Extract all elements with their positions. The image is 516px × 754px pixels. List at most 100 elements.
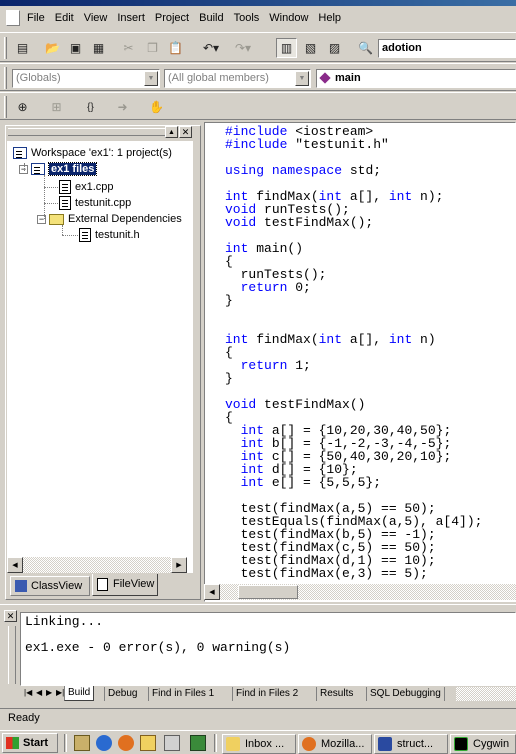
menu-view[interactable]: View: [79, 6, 113, 30]
open-folder-icon[interactable]: 📂: [42, 38, 63, 58]
app-icon[interactable]: [190, 735, 206, 751]
save-all-icon[interactable]: ▦: [88, 38, 109, 58]
tab-classview[interactable]: ClassView: [10, 576, 90, 596]
go-icon[interactable]: ➜: [112, 97, 133, 117]
class-combo[interactable]: (Globals) ▼: [12, 69, 160, 88]
menu-project[interactable]: Project: [150, 6, 194, 30]
cpp-file-icon: [59, 196, 71, 210]
ie-icon[interactable]: [96, 735, 112, 751]
undo-icon[interactable]: ↶▾: [196, 38, 226, 58]
tree-root[interactable]: Workspace 'ex1': 1 project(s): [13, 145, 172, 161]
tab-fileview[interactable]: FileView: [92, 574, 158, 596]
code-line[interactable]: test(findMax(e,3) == 5);: [225, 567, 482, 580]
start-button[interactable]: Start: [2, 733, 58, 753]
member-combo[interactable]: main: [316, 69, 516, 88]
tab-results[interactable]: Results: [316, 687, 356, 701]
toolbar-grip[interactable]: [4, 37, 7, 59]
paste-icon[interactable]: 📋: [165, 38, 186, 58]
new-file-icon[interactable]: ▤: [12, 38, 33, 58]
scroll-left-button[interactable]: ◀: [7, 557, 23, 573]
insert-braces-icon[interactable]: {}: [80, 97, 101, 117]
editor-hscroll-thumb[interactable]: [238, 585, 298, 599]
menu-help[interactable]: Help: [313, 6, 346, 30]
tab-find-in-files-2[interactable]: Find in Files 2: [232, 687, 301, 701]
task-mozilla[interactable]: Mozilla...: [298, 734, 372, 754]
build-toolbar: ⊕ ⊞ {} ➜ ✋: [0, 92, 516, 120]
menu-insert[interactable]: Insert: [112, 6, 150, 30]
task-inbox[interactable]: Inbox ...: [222, 734, 296, 754]
code-editor[interactable]: #include <iostream> #include "testunit.h"…: [204, 122, 516, 602]
code-line[interactable]: void testFindMax();: [225, 216, 482, 229]
workspace-grip[interactable]: [8, 128, 168, 136]
code-text[interactable]: #include <iostream> #include "testunit.h"…: [225, 125, 482, 580]
output-grip[interactable]: [8, 626, 16, 684]
task-label: Mozilla...: [321, 738, 365, 750]
workspace-hscroll-track[interactable]: [23, 557, 171, 573]
code-line[interactable]: return 0;: [225, 281, 482, 294]
tab-debug[interactable]: Debug: [104, 687, 140, 701]
code-line[interactable]: int findMax(int a[], int n): [225, 333, 482, 346]
find-in-files-icon[interactable]: 🔍: [355, 38, 376, 58]
compile-icon[interactable]: ⊕: [12, 97, 33, 117]
task-label: Inbox ...: [245, 738, 285, 750]
tree-line: [44, 175, 45, 219]
prev-tab-icon[interactable]: ◀: [36, 688, 42, 697]
build-icon[interactable]: ⊞: [46, 97, 67, 117]
last-tab-icon[interactable]: ▶|: [56, 688, 64, 697]
code-line[interactable]: void testFindMax(): [225, 398, 482, 411]
output-toggle-icon[interactable]: ▧: [300, 38, 321, 58]
menu-build[interactable]: Build: [194, 6, 228, 30]
menu-window[interactable]: Window: [264, 6, 313, 30]
next-tab-icon[interactable]: ▶: [46, 688, 52, 697]
tree-file[interactable]: ex1.cpp: [59, 179, 114, 195]
code-line[interactable]: int main(): [225, 242, 482, 255]
code-line[interactable]: }: [225, 294, 482, 307]
close-output-icon[interactable]: ✕: [4, 610, 17, 622]
restore-pane-icon[interactable]: ▲: [165, 126, 178, 138]
menu-edit[interactable]: Edit: [50, 6, 79, 30]
app-icon[interactable]: [164, 735, 180, 751]
tree-file[interactable]: testunit.cpp: [59, 195, 131, 211]
workspace-tree[interactable]: Workspace 'ex1': 1 project(s) − ex1 file…: [7, 141, 193, 573]
workspace-toggle-icon[interactable]: ▥: [276, 38, 297, 58]
tree-file[interactable]: testunit.h: [79, 227, 140, 243]
breakpoint-icon[interactable]: ✋: [146, 97, 167, 117]
menu-file[interactable]: File: [22, 6, 50, 30]
desktop-icon[interactable]: [74, 735, 90, 751]
mail-icon[interactable]: [140, 735, 156, 751]
scroll-left-button[interactable]: ◀: [204, 584, 220, 600]
code-line[interactable]: #include "testunit.h": [225, 138, 482, 151]
output-hscroll-track[interactable]: [456, 687, 516, 701]
code-line[interactable]: return 1;: [225, 359, 482, 372]
redo-icon[interactable]: ↷▾: [228, 38, 258, 58]
output-tab-scroll: |◀ ◀ ▶ ▶|: [22, 687, 70, 701]
tab-find-in-files-1[interactable]: Find in Files 1: [148, 687, 217, 701]
tab-build[interactable]: Build: [64, 686, 95, 701]
tree-folder[interactable]: − External Dependencies: [37, 211, 182, 227]
code-line[interactable]: }: [225, 372, 482, 385]
cut-icon[interactable]: ✂: [118, 38, 139, 58]
filter-combo[interactable]: (All global members) ▼: [164, 69, 311, 88]
find-combo[interactable]: adotion: [378, 39, 516, 58]
chevron-down-icon[interactable]: ▼: [295, 71, 309, 86]
window-list-icon[interactable]: ▨: [324, 38, 345, 58]
save-icon[interactable]: ▣: [65, 38, 86, 58]
task-cygwin[interactable]: Cygwin: [450, 734, 516, 754]
code-line[interactable]: int e[] = {5,5,5};: [225, 476, 482, 489]
code-line[interactable]: [225, 307, 482, 320]
task-struct[interactable]: struct...: [374, 734, 448, 754]
code-line[interactable]: using namespace std;: [225, 164, 482, 177]
toolbar-grip[interactable]: [4, 96, 7, 118]
close-pane-icon[interactable]: ✕: [179, 126, 192, 138]
chevron-down-icon[interactable]: ▼: [144, 71, 158, 86]
toolbar-grip[interactable]: [4, 67, 7, 89]
app-menu-icon[interactable]: [6, 10, 20, 26]
firefox-icon[interactable]: [118, 735, 134, 751]
menu-tools[interactable]: Tools: [229, 6, 265, 30]
scroll-right-button[interactable]: ▶: [171, 557, 187, 573]
tree-project[interactable]: − ex1 files: [19, 161, 98, 177]
output-window[interactable]: Linking... ex1.exe - 0 error(s), 0 warni…: [20, 612, 516, 686]
copy-icon[interactable]: ❐: [142, 38, 163, 58]
first-tab-icon[interactable]: |◀: [24, 688, 32, 697]
tab-sql-debugging[interactable]: SQL Debugging: [366, 687, 445, 701]
